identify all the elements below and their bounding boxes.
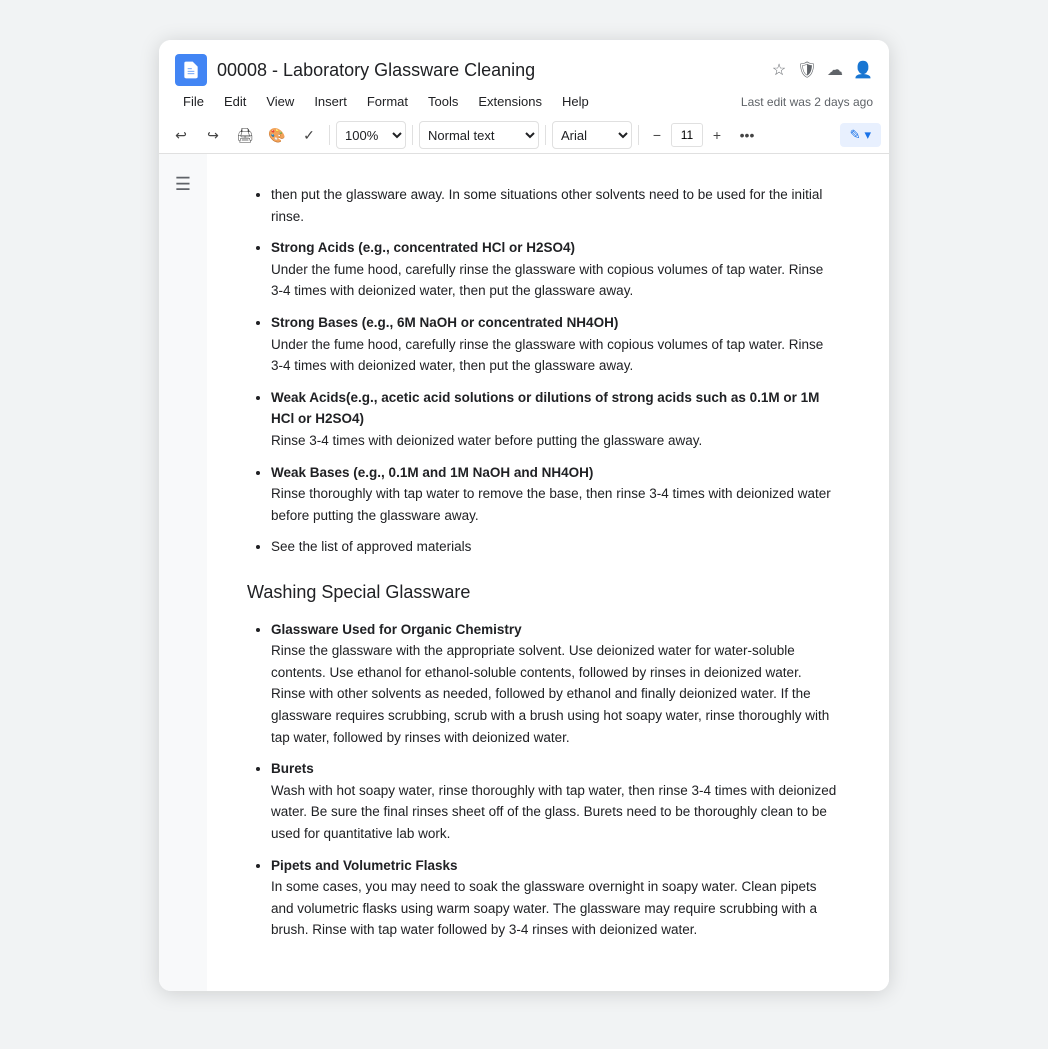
list-item-text: Rinse 3-4 times with deionized water bef… <box>271 433 702 448</box>
last-edit: Last edit was 2 days ago <box>741 95 873 109</box>
star-icon[interactable]: ☆ <box>769 60 789 80</box>
list-item-text: Rinse the glassware with the appropriate… <box>271 643 829 744</box>
increase-font-size-button[interactable]: + <box>705 123 729 147</box>
list-item: Strong Acids (e.g., concentrated HCl or … <box>271 237 839 302</box>
print-button[interactable]: 🖨 <box>231 121 259 149</box>
top-bullet-list: then put the glassware away. In some sit… <box>247 184 839 558</box>
menu-edit[interactable]: Edit <box>216 90 254 113</box>
list-item: Weak Bases (e.g., 0.1M and 1M NaOH and N… <box>271 462 839 527</box>
font-size-input[interactable] <box>671 123 703 147</box>
list-item-lead: Strong Acids (e.g., concentrated HCl or … <box>271 240 575 255</box>
shield-icon[interactable]: 🛡 <box>797 60 817 80</box>
special-bullet-list: Glassware Used for Organic Chemistry Rin… <box>247 619 839 941</box>
app-window: 00008 - Laboratory Glassware Cleaning ☆ … <box>159 40 889 991</box>
undo-button[interactable]: ↩ <box>167 121 195 149</box>
more-options-button[interactable]: ••• <box>733 121 761 149</box>
list-item: Glassware Used for Organic Chemistry Rin… <box>271 619 839 749</box>
doc-area: ☰ then put the glassware away. In some s… <box>159 154 889 991</box>
cloud-icon[interactable]: ☁ <box>825 60 845 80</box>
style-select[interactable]: Normal text Heading 1 Heading 2 Title <box>419 121 539 149</box>
share-icon[interactable]: 👤 <box>853 60 873 80</box>
menu-file[interactable]: File <box>175 90 212 113</box>
list-item-lead: Weak Bases (e.g., 0.1M and 1M NaOH and N… <box>271 465 593 480</box>
doc-content: then put the glassware away. In some sit… <box>207 154 889 991</box>
font-size-container: − + <box>645 123 729 147</box>
list-item-lead: Strong Bases (e.g., 6M NaOH or concentra… <box>271 315 618 330</box>
spellcheck-button[interactable]: ✓ <box>295 121 323 149</box>
list-item: Pipets and Volumetric Flasks In some cas… <box>271 855 839 941</box>
menu-view[interactable]: View <box>258 90 302 113</box>
outline-icon[interactable]: ☰ <box>175 174 191 195</box>
list-item-lead: Pipets and Volumetric Flasks <box>271 858 458 873</box>
toolbar-divider-4 <box>638 125 639 145</box>
toolbar-divider-3 <box>545 125 546 145</box>
list-item: Weak Acids(e.g., acetic acid solutions o… <box>271 387 839 452</box>
list-item-text: See the list of approved materials <box>271 539 471 554</box>
list-item: See the list of approved materials <box>271 536 839 558</box>
decrease-font-size-button[interactable]: − <box>645 123 669 147</box>
section-heading: Washing Special Glassware <box>247 578 839 607</box>
redo-button[interactable]: ↪ <box>199 121 227 149</box>
font-select[interactable]: Arial Times New Roman Courier New <box>552 121 632 149</box>
list-item-text: Under the fume hood, carefully rinse the… <box>271 337 823 374</box>
list-item: Strong Bases (e.g., 6M NaOH or concentra… <box>271 312 839 377</box>
toolbar-divider-1 <box>329 125 330 145</box>
list-item-text: Rinse thoroughly with tap water to remov… <box>271 486 831 523</box>
list-item-lead: Glassware Used for Organic Chemistry <box>271 622 522 637</box>
list-item: Burets Wash with hot soapy water, rinse … <box>271 758 839 844</box>
list-item: then put the glassware away. In some sit… <box>271 184 839 227</box>
list-item-text: Under the fume hood, carefully rinse the… <box>271 262 823 299</box>
menu-extensions[interactable]: Extensions <box>470 90 550 113</box>
zoom-select[interactable]: 100% 75% 125% <box>336 121 406 149</box>
toolbar: ↩ ↪ 🖨 🎨 ✓ 100% 75% 125% Normal text Head… <box>159 117 889 154</box>
menu-format[interactable]: Format <box>359 90 416 113</box>
edit-button[interactable]: ✎ ▾ <box>840 123 881 147</box>
list-item-text: In some cases, you may need to soak the … <box>271 879 817 937</box>
list-item-text: Wash with hot soapy water, rinse thoroug… <box>271 783 836 841</box>
docs-icon <box>181 60 201 80</box>
app-icon <box>175 54 207 86</box>
list-item-lead: Burets <box>271 761 314 776</box>
edit-pencil-icon: ✎ <box>850 127 861 143</box>
doc-title: 00008 - Laboratory Glassware Cleaning <box>217 60 759 81</box>
title-icons: ☆ 🛡 ☁ 👤 <box>769 60 873 80</box>
toolbar-divider-2 <box>412 125 413 145</box>
list-item-lead: Weak Acids(e.g., acetic acid solutions o… <box>271 390 819 427</box>
edit-dropdown-icon: ▾ <box>864 127 871 143</box>
title-bar: 00008 - Laboratory Glassware Cleaning ☆ … <box>159 40 889 86</box>
menu-tools[interactable]: Tools <box>420 90 466 113</box>
doc-sidebar: ☰ <box>159 154 207 991</box>
menu-bar: File Edit View Insert Format Tools Exten… <box>159 86 889 117</box>
list-item-text: then put the glassware away. In some sit… <box>271 187 822 224</box>
paint-format-button[interactable]: 🎨 <box>263 121 291 149</box>
menu-insert[interactable]: Insert <box>306 90 355 113</box>
menu-help[interactable]: Help <box>554 90 597 113</box>
